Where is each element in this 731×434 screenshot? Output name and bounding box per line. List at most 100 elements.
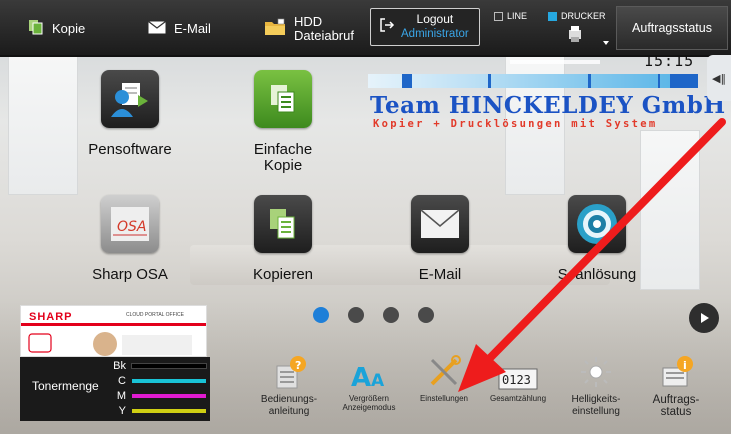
envelope-icon <box>148 20 166 37</box>
job-status-button[interactable]: Auftragsstatus <box>616 6 728 50</box>
manual-icon: ? <box>271 350 307 390</box>
shortcut-label: Einstellungen <box>419 394 469 403</box>
top-bar: Kopie E-Mail HDD Dateiabruf Logout Admin… <box>0 0 731 57</box>
copy-mode-button[interactable]: Kopie <box>28 0 85 57</box>
svg-text:A: A <box>371 371 385 390</box>
svg-text:i: i <box>683 359 687 372</box>
simple-copy-icon <box>254 70 312 128</box>
job-status-icon: i <box>657 350 695 390</box>
app-email[interactable]: E-Mail <box>380 195 500 283</box>
counter-icon: 0123 <box>498 350 538 390</box>
svg-text:?: ? <box>295 359 301 372</box>
banner-illustration <box>28 332 192 356</box>
home-screen: Kopie E-Mail HDD Dateiabruf Logout Admin… <box>0 0 731 434</box>
company-slogan: Kopier + Drucklösungen mit System <box>373 118 658 130</box>
pensoftware-icon <box>101 70 159 128</box>
app-sharp-osa[interactable]: OSA Sharp OSA <box>70 195 190 283</box>
brightness-icon <box>578 350 614 390</box>
logout-icon <box>379 17 395 37</box>
job-status-label: Auftragsstatus <box>632 21 712 35</box>
logout-text: Logout Administrator <box>401 12 469 42</box>
printer-status-indicator: DRUCKER <box>548 11 606 21</box>
shortcut-label: Vergrößern Anzeigemodus <box>342 394 396 412</box>
toner-bar-yellow <box>132 409 206 413</box>
app-simple-copy[interactable]: Einfache Kopie <box>223 70 343 174</box>
app-label: Pensoftware <box>88 141 172 158</box>
toner-code: Y <box>118 405 126 417</box>
enlarge-display-icon: AA <box>349 350 389 390</box>
page-dot-3[interactable] <box>383 307 399 323</box>
line-status-indicator: LINE <box>494 11 527 21</box>
side-panel-toggle[interactable]: ◀‖ <box>707 55 731 101</box>
sharp-osa-icon: OSA <box>101 195 159 253</box>
toner-row-magenta: M <box>102 390 206 402</box>
hdd-label-line2: Dateiabruf <box>294 27 354 43</box>
printer-icon <box>569 26 609 50</box>
shortcut-enlarge-display[interactable]: AA Vergrößern Anzeigemodus <box>329 350 409 412</box>
stripe-segment <box>402 74 412 88</box>
folder-icon <box>264 18 286 39</box>
shortcut-job-status[interactable]: i Auftrags- status <box>636 350 716 418</box>
stripe-segment <box>670 74 698 88</box>
app-label: E-Mail <box>418 266 462 283</box>
shortcut-total-count[interactable]: 0123 Gesamtzählung <box>478 350 558 403</box>
shortcut-brightness[interactable]: Helligkeits- einstellung <box>556 350 636 418</box>
cloud-portal-label: CLOUD PORTAL OFFICE <box>126 312 184 318</box>
toner-level-panel: Tonermenge Bk C M Y <box>20 357 210 421</box>
hdd-label: HDD Dateiabruf <box>294 13 354 43</box>
printer-status-box <box>548 11 557 21</box>
page-indicator <box>313 307 434 323</box>
app-label: Sharp OSA <box>92 266 168 283</box>
toner-code: Bk <box>113 360 126 372</box>
company-banner-stripe <box>368 74 698 88</box>
line-status-label: LINE <box>507 11 528 21</box>
toner-row-cyan: C <box>102 375 206 387</box>
svg-text:OSA: OSA <box>117 219 146 235</box>
toner-bar-black <box>131 363 207 369</box>
counter-digits: 0123 <box>502 373 531 387</box>
logout-button[interactable]: Logout Administrator <box>370 8 480 46</box>
app-copy[interactable]: Kopieren <box>223 195 343 283</box>
background-lamp <box>510 60 600 64</box>
page-dot-2[interactable] <box>348 307 364 323</box>
shortcut-operation-manual[interactable]: ? Bedienungs- anleitung <box>249 350 329 418</box>
copy-icon <box>254 195 312 253</box>
copy-mode-label: Kopie <box>52 21 86 36</box>
toner-code: C <box>118 375 126 387</box>
page-dot-1[interactable] <box>313 307 329 323</box>
hdd-file-retrieve-button[interactable]: HDD Dateiabruf <box>264 0 354 57</box>
toner-row-yellow: Y <box>102 405 206 417</box>
company-name: Team HINCKELDEY GmbH <box>370 92 726 119</box>
page-dot-4[interactable] <box>418 307 434 323</box>
line-status-box <box>494 11 503 21</box>
email-mode-button[interactable]: E-Mail <box>148 0 211 57</box>
stripe-segment <box>488 74 491 88</box>
settings-tools-icon <box>426 350 462 390</box>
email-icon <box>411 195 469 253</box>
toner-row-black: Bk <box>102 360 207 372</box>
app-scan-solution[interactable]: Scanlösung <box>537 195 657 283</box>
clock: 15:15 <box>644 52 695 70</box>
app-label: Kopieren <box>252 266 314 283</box>
sharp-logo: SHARP <box>29 311 73 323</box>
copy-icon <box>28 19 44 38</box>
sharp-cloud-portal-banner[interactable]: SHARP CLOUD PORTAL OFFICE <box>20 305 207 357</box>
hdd-label-line1: HDD <box>294 13 323 29</box>
printer-status-label: DRUCKER <box>561 11 606 21</box>
app-pensoftware[interactable]: Pensoftware <box>70 70 190 158</box>
app-label: Einfache Kopie <box>253 141 313 174</box>
chevron-right-icon <box>698 309 710 328</box>
toner-label: Tonermenge <box>32 379 99 393</box>
logout-label: Logout <box>416 12 454 26</box>
scan-solution-icon <box>568 195 626 253</box>
toner-code: M <box>116 390 126 402</box>
shortcut-label: Gesamtzählung <box>489 394 547 403</box>
shortcut-settings[interactable]: Einstellungen <box>404 350 484 403</box>
stripe-segment <box>588 74 591 88</box>
chevron-left-icon: ◀‖ <box>712 71 726 85</box>
next-page-button[interactable] <box>689 303 719 333</box>
banner-red-line <box>21 323 206 326</box>
stripe-segment <box>658 74 660 88</box>
background-window <box>8 55 78 195</box>
shortcut-label: Bedienungs- anleitung <box>260 394 318 417</box>
